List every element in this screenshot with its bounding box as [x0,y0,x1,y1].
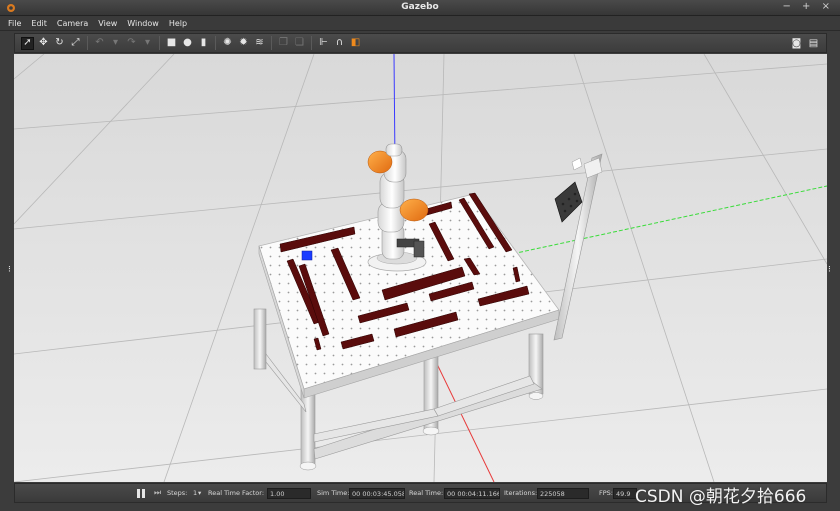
steps-dropdown-icon[interactable]: ▾ [198,489,201,497]
window-controls[interactable]: − + × [783,1,835,12]
pause-icon[interactable] [137,489,146,499]
point-light-icon[interactable]: ✺ [221,37,234,50]
select-arrow-icon[interactable]: ➚ [21,36,34,50]
fps-field: 49.9 [613,488,637,499]
steps-value[interactable]: 1 [193,489,197,497]
fps-label: FPS: [599,489,613,497]
real-time-field: 00 00:04:11.166 [444,488,500,499]
menu-file[interactable]: File [8,19,21,28]
snap-icon[interactable]: ∩ [333,37,346,50]
steps-label: Steps: [167,489,188,497]
toolbar-separator [311,36,312,50]
undo-dropdown-icon[interactable]: ▾ [109,37,122,50]
scale-icon[interactable]: ⤢ [69,37,82,50]
menu-camera[interactable]: Camera [57,19,88,28]
log-icon[interactable]: ▤ [807,37,820,50]
right-panel-handle-icon[interactable]: ⁝ [828,265,832,275]
toolbar-separator [215,36,216,50]
real-time-label: Real Time: [409,489,444,497]
toolbar-separator [271,36,272,50]
iterations-label: Iterations: [504,489,538,497]
real-time-factor-label: Real Time Factor: [208,489,265,497]
sphere-shape-icon[interactable]: ● [181,37,194,50]
menu-view[interactable]: View [98,19,117,28]
toolbar-separator [87,36,88,50]
menu-help[interactable]: Help [169,19,187,28]
title-bar: Gazebo − + × [0,0,840,16]
iterations-field: 225058 [537,488,589,499]
menu-window[interactable]: Window [127,19,159,28]
align-icon[interactable]: ⊩ [317,37,330,50]
window-title: Gazebo [401,2,439,12]
copy-icon[interactable]: ❐ [277,37,290,50]
sim-time-field: 00 00:03:45.058 [349,488,405,499]
watermark: CSDN @朝花夕拾666 [635,487,807,507]
translate-icon[interactable]: ✥ [37,37,50,50]
box-shape-icon[interactable]: ■ [165,37,178,50]
target-cube[interactable] [301,250,313,261]
cylinder-shape-icon[interactable]: ▮ [197,37,210,50]
screenshot-icon[interactable]: ◙ [790,37,803,50]
redo-dropdown-icon[interactable]: ▾ [141,37,154,50]
spot-light-icon[interactable]: ✹ [237,37,250,50]
redo-icon[interactable]: ↷ [125,37,138,50]
menu-bar: File Edit Camera View Window Help [0,16,840,31]
left-panel-handle-icon[interactable]: ⁝ [8,265,12,275]
paste-icon[interactable]: ❏ [293,37,306,50]
menu-edit[interactable]: Edit [31,19,47,28]
scene-render [14,54,827,482]
toolbar: ➚ ✥ ↻ ⤢ ↶ ▾ ↷ ▾ ■ ● ▮ ✺ ✹ ≋ ❐ ❏ ⊩ ∩ ◧ ◙ … [14,33,827,53]
real-time-factor-field: 1.00 [267,488,311,499]
rotate-icon[interactable]: ↻ [53,37,66,50]
sim-time-label: Sim Time: [317,489,350,497]
step-icon[interactable]: ⏭ [154,488,161,498]
undo-icon[interactable]: ↶ [93,37,106,50]
directional-light-icon[interactable]: ≋ [253,37,266,50]
scene-viewport[interactable] [14,54,827,482]
change-view-icon[interactable]: ◧ [349,37,362,50]
toolbar-separator [159,36,160,50]
